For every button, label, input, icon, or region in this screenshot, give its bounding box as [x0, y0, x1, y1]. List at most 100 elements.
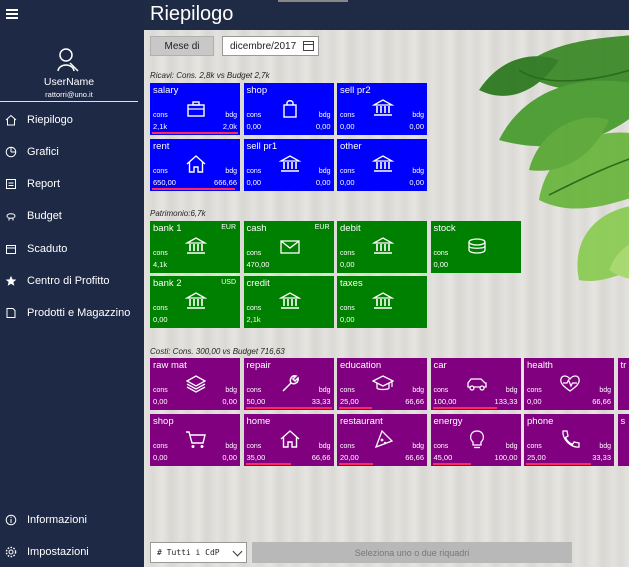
tile-ricavi-sell-pr1[interactable]: sell pr1 cons bdg 0,00 0,00 [243, 139, 334, 191]
tile-patrimonio-credit[interactable]: credit cons 2,1k [243, 276, 334, 328]
tile-ricavi-rent[interactable]: rent cons bdg 650,00 666,66 [150, 139, 240, 191]
bdg-label: bdg [412, 387, 424, 394]
tile-patrimonio-taxes[interactable]: taxes cons 0,00 [337, 276, 427, 328]
calendar-icon[interactable] [303, 41, 314, 51]
nav-item-scaduto[interactable]: Scaduto [0, 236, 144, 262]
cons-label: cons [153, 443, 168, 450]
cons-value: 470,00 [246, 260, 270, 269]
bank-icon [278, 292, 301, 309]
tile-patrimonio-bank-1[interactable]: bank 1 EUR cons 4,1k [150, 221, 240, 273]
car-icon [466, 378, 487, 391]
tile-name: s [620, 416, 626, 427]
user-icon[interactable] [57, 47, 79, 73]
bdg-label: bdg [318, 112, 331, 119]
tile-costi-restaurant[interactable]: restaurant cons bdg 20,00 66,66 [337, 414, 427, 466]
tile-name: restaurant [340, 416, 383, 427]
tile-costi-raw-mat[interactable]: raw mat cons bdg 0,00 0,00 [150, 358, 240, 410]
tile-costi-education[interactable]: education cons bdg 25,00 66,66 [337, 358, 427, 410]
cons-value: 0,00 [340, 122, 355, 131]
tile-ricavi-other[interactable]: other cons bdg 0,00 0,00 [337, 139, 427, 191]
tile-costi-phone[interactable]: phone cons bdg 25,00 33,33 [524, 414, 614, 466]
settings-icon [5, 546, 17, 558]
nav-item-informazioni[interactable]: Informazioni [0, 507, 144, 533]
budget-progress-bar [339, 463, 374, 465]
envelope-icon [279, 240, 300, 254]
tile-costi-health[interactable]: health cons bdg 0,00 66,66 [524, 358, 614, 410]
bdg-value: 66,66 [311, 453, 331, 462]
tile-ricavi-sell-pr2[interactable]: sell pr2 cons bdg 0,00 0,00 [337, 83, 427, 135]
nav-label: Scaduto [27, 243, 68, 255]
selection-hint-button[interactable]: Seleziona uno o due riquadri [252, 542, 572, 563]
tile-patrimonio-cash[interactable]: cash EUR cons 470,00 [243, 221, 334, 273]
hamburger-menu-icon[interactable] [6, 8, 20, 20]
cdp-value: # Tutti i CdP [157, 548, 220, 557]
tile-costi-shop[interactable]: shop cons bdg 0,00 0,00 [150, 414, 240, 466]
tile-patrimonio-debit[interactable]: debit cons 0,00 [337, 221, 427, 273]
heart-pulse-icon [560, 375, 580, 392]
bdg-label: bdg [225, 112, 237, 119]
tile-ricavi-shop[interactable]: shop cons bdg 0,00 0,00 [243, 83, 334, 135]
tile-currency: USD [221, 279, 236, 286]
tile-name: repair [246, 360, 271, 371]
nav-item-riepilogo[interactable]: Riepilogo [0, 107, 144, 133]
briefcase-icon [187, 101, 205, 117]
nav-item-grafici[interactable]: Grafici [0, 139, 144, 165]
tile-patrimonio-stock[interactable]: stock cons 0,00 [430, 221, 521, 273]
bank-icon [372, 155, 394, 172]
tile-patrimonio-bank-2[interactable]: bank 2 USD cons 0,00 [150, 276, 240, 328]
tile-ricavi-salary[interactable]: salary cons bdg 2,1k 2,0k [150, 83, 240, 135]
tile-costi-home[interactable]: home cons bdg 35,00 66,66 [243, 414, 334, 466]
bdg-label: bdg [225, 168, 237, 175]
home-icon [186, 155, 206, 173]
cons-value: 0,00 [153, 453, 168, 462]
cons-label: cons [246, 250, 262, 257]
database-icon [467, 238, 486, 254]
tile-costi-car[interactable]: car cons bdg 100,00 133,33 [430, 358, 521, 410]
tile-costi-tr[interactable]: tr [617, 358, 629, 410]
lightbulb-icon [469, 430, 484, 449]
cons-value: 0,00 [153, 315, 168, 324]
bdg-label: bdg [599, 387, 611, 394]
tile-name: cash [246, 223, 267, 234]
nav-item-report[interactable]: Report [0, 171, 144, 197]
tile-name: debit [340, 223, 361, 234]
cons-value: 25,00 [527, 453, 546, 462]
home-icon [280, 430, 299, 448]
cdp-dropdown[interactable]: # Tutti i CdP [150, 542, 247, 563]
tile-name: energy [433, 416, 463, 427]
cons-value: 0,00 [246, 122, 262, 131]
mese-di-button[interactable]: Mese di [150, 36, 214, 56]
tile-costi-s[interactable]: s [617, 414, 629, 466]
nav-item-impostazioni[interactable]: Impostazioni [0, 539, 144, 565]
nav-item-budget[interactable]: Budget [0, 203, 144, 229]
cons-value: 650,00 [153, 178, 176, 187]
divider [0, 101, 138, 102]
cart-icon [186, 431, 206, 448]
cons-label: cons [340, 443, 355, 450]
cons-value: 100,00 [433, 397, 457, 406]
user-email: rattorri@uno.it [45, 90, 93, 99]
bank-icon [372, 99, 394, 116]
tile-name: shop [153, 416, 174, 427]
cons-value: 2,1k [246, 315, 261, 324]
nav-label: Impostazioni [27, 546, 89, 558]
cons-label: cons [340, 387, 355, 394]
sidebar: UserName rattorri@uno.it Riepilogo Grafi… [0, 0, 144, 567]
cons-label: cons [340, 168, 355, 175]
month-picker[interactable]: dicembre/2017 [222, 36, 319, 56]
nav-label: Grafici [27, 146, 59, 158]
tile-costi-energy[interactable]: energy cons bdg 45,00 100,00 [430, 414, 521, 466]
bdg-value: 0,00 [409, 122, 424, 131]
content-area: Mese di dicembre/2017 Ricavi: Cons. 2,8k… [144, 30, 629, 567]
cons-label: cons [433, 250, 449, 257]
tile-costi-repair[interactable]: repair cons bdg 50,00 33,33 [243, 358, 334, 410]
nav-item-centro-di-profitto[interactable]: Centro di Profitto [0, 268, 144, 294]
section-label-costi: Costi: Cons. 300,00 vs Budget 716,63 [150, 347, 285, 356]
main-area: Riepilogo Mese di dicembre/2017 Ricavi: [144, 0, 629, 567]
tile-name: phone [527, 416, 554, 427]
cons-label: cons [340, 305, 355, 312]
nav-label: Prodotti e Magazzino [27, 307, 131, 319]
bdg-value: 133,33 [494, 397, 518, 406]
nav-item-prodotti-e-magazzino[interactable]: Prodotti e Magazzino [0, 300, 144, 326]
nav-label: Informazioni [27, 514, 87, 526]
